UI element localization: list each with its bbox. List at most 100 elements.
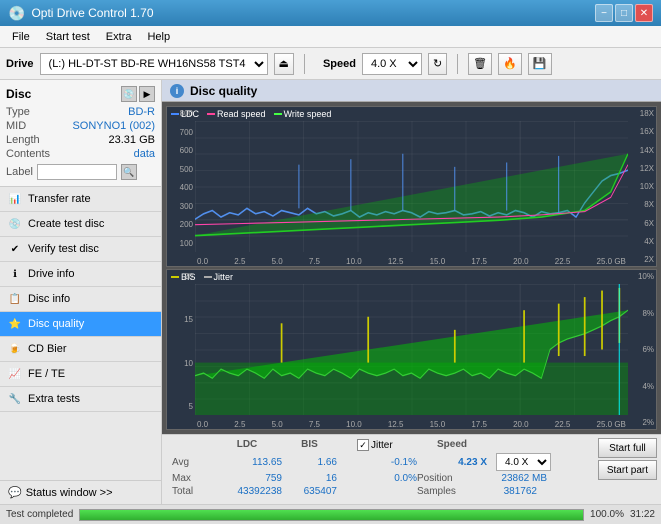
top-chart-legend: LDC Read speed Write speed [171,109,331,119]
bis-color [171,276,179,278]
menu-help[interactable]: Help [139,29,178,45]
transfer-rate-icon: 📊 [8,192,22,206]
y-label-600: 600 [169,146,193,155]
bottom-chart-legend: BIS Jitter [171,272,233,282]
extra-tests-icon: 🔧 [8,392,22,406]
toolbar-separator-2 [457,54,458,74]
burn-button[interactable]: 🔥 [498,53,522,75]
chart-icon: i [170,84,184,98]
minimize-button[interactable]: − [595,4,613,22]
sidebar-item-cd-bier[interactable]: 🍺 CD Bier [0,337,161,362]
progress-bar-container: Test completed 100.0% 31:22 [0,504,661,524]
drive-label: Drive [6,58,34,70]
top-chart-x-axis: 0.0 2.5 5.0 7.5 10.0 12.5 15.0 17.5 20.0… [195,257,628,266]
sidebar-item-create-test-disc[interactable]: 💿 Create test disc [0,212,161,237]
y-label-12x: 12X [630,164,654,173]
legend-write-speed: Write speed [274,109,332,119]
drive-info-icon: ℹ [8,267,22,281]
y-label-10: 10 [169,359,193,368]
progress-time: 31:22 [630,509,655,520]
sidebar-item-drive-info[interactable]: ℹ Drive info [0,262,161,287]
jitter-checkbox[interactable]: ✓ [357,439,369,451]
sidebar: Disc 💿 ▶ Type BD-R MID SONYNO1 (002) [0,80,162,504]
toolbar: Drive (L:) HL-DT-ST BD-RE WH16NS58 TST4 … [0,48,661,80]
sidebar-menu: 📊 Transfer rate 💿 Create test disc ✔ Ver… [0,187,161,480]
avg-label: Avg [172,457,212,468]
disc-quality-label: Disc quality [28,318,84,330]
menu-extra[interactable]: Extra [98,29,140,45]
eject-button[interactable]: ⏏ [274,53,294,75]
status-window[interactable]: 💬 Status window >> [0,480,161,504]
save-button[interactable]: 💾 [528,53,552,75]
sidebar-item-disc-quality[interactable]: ⭐ Disc quality [0,312,161,337]
create-test-disc-icon: 💿 [8,217,22,231]
bottom-chart-svg [195,284,628,415]
total-bis: 635407 [282,486,337,497]
label-search-button[interactable]: 🔍 [121,164,137,180]
jitter-check-label: Jitter [371,440,393,451]
extra-tests-label: Extra tests [28,393,80,405]
status-window-label: Status window >> [26,487,113,499]
label-input[interactable] [37,164,117,180]
start-buttons: Start full Start part [598,438,657,480]
ldc-label: LDC [181,109,199,119]
sidebar-item-transfer-rate[interactable]: 📊 Transfer rate [0,187,161,212]
y-label-2pct: 2% [630,418,654,427]
y-label-6x: 6X [630,219,654,228]
drive-select[interactable]: (L:) HL-DT-ST BD-RE WH16NS58 TST4 [40,53,268,75]
total-label: Total [172,486,212,497]
y-label-400: 400 [169,183,193,192]
legend-ldc: LDC [171,109,199,119]
y-label-4pct: 4% [630,382,654,391]
erase-button[interactable]: 🗑 [468,53,492,75]
drive-info-label: Drive info [28,268,74,280]
jitter-checkbox-container[interactable]: ✓ Jitter [357,439,417,451]
progress-bar-outer [79,509,584,521]
chart-title: Disc quality [190,84,257,98]
sidebar-item-verify-test-disc[interactable]: ✔ Verify test disc [0,237,161,262]
charts-container: LDC Read speed Write speed [162,102,661,434]
menu-start-test[interactable]: Start test [38,29,98,45]
y-label-8pct: 8% [630,309,654,318]
verify-test-disc-label: Verify test disc [28,243,99,255]
disc-quality-icon: ⭐ [8,317,22,331]
total-ldc: 43392238 [212,486,282,497]
sidebar-item-disc-info[interactable]: 📋 Disc info [0,287,161,312]
length-value: 23.31 GB [109,134,155,146]
close-button[interactable]: ✕ [635,4,653,22]
app-title: Opti Drive Control 1.70 [31,6,153,20]
max-bis: 16 [282,473,337,484]
app-icon: 💿 [8,5,25,22]
disc-icon-2[interactable]: ▶ [139,86,155,102]
speed-select[interactable]: 4.0 X [362,53,422,75]
type-label: Type [6,106,30,118]
start-full-button[interactable]: Start full [598,438,657,458]
bis-col-header: BIS [282,439,337,451]
avg-jitter: -0.1% [357,457,417,468]
ldc-color [171,113,179,115]
legend-read-speed: Read speed [207,109,266,119]
write-speed-label: Write speed [284,109,332,119]
contents-value: data [134,148,155,160]
start-part-button[interactable]: Start part [598,460,657,480]
maximize-button[interactable]: □ [615,4,633,22]
jitter-color [204,276,212,278]
menu-file[interactable]: File [4,29,38,45]
speed-target-select[interactable]: 4.0 X [496,453,551,471]
y-label-100: 100 [169,239,193,248]
progress-percent: 100.0% [590,509,624,520]
samples-label: Samples [417,486,467,497]
sidebar-item-extra-tests[interactable]: 🔧 Extra tests [0,387,161,412]
y-label-18x: 18X [630,109,654,118]
samples-value: 381762 [467,486,537,497]
y-label-700: 700 [169,128,193,137]
top-chart: LDC Read speed Write speed [166,106,657,267]
menu-bar: File Start test Extra Help [0,26,661,48]
refresh-button[interactable]: ↻ [428,53,447,75]
top-chart-y-axis-left: 800 700 600 500 400 300 200 100 [167,107,195,250]
disc-icon-1[interactable]: 💿 [121,86,137,102]
sidebar-item-fe-te[interactable]: 📈 FE / TE [0,362,161,387]
avg-speed-container: 4.23 X [417,457,487,468]
max-jitter: 0.0% [357,473,417,484]
label-label: Label [6,166,33,178]
